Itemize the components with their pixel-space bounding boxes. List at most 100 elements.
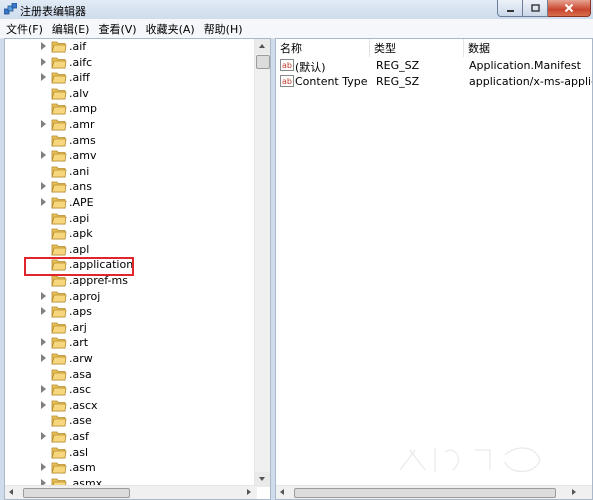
close-button[interactable] — [548, 0, 591, 17]
value-data: Application.Manifest — [469, 59, 581, 72]
selection-highlight-box — [24, 257, 134, 276]
tree-item[interactable]: .aiff — [5, 71, 257, 86]
scroll-thumb[interactable] — [256, 55, 270, 69]
scroll-up-button[interactable] — [255, 39, 270, 54]
tree-item-label: .aiff — [69, 71, 90, 85]
values-scroll-right-icon[interactable] — [572, 489, 576, 495]
folder-icon — [51, 369, 67, 380]
tree-item[interactable]: .asm — [5, 461, 257, 476]
tree-item[interactable]: .apk — [5, 227, 257, 242]
scroll-left-icon[interactable] — [9, 489, 13, 495]
expand-placeholder — [41, 245, 46, 253]
tree-item[interactable]: .asa — [5, 368, 257, 383]
value-type: REG_SZ — [376, 59, 420, 72]
folder-icon — [51, 447, 67, 458]
tree-item[interactable]: .APE — [5, 196, 257, 211]
tree-item[interactable]: .amv — [5, 149, 257, 164]
expand-arrow-icon[interactable] — [41, 42, 46, 50]
folder-icon — [51, 431, 67, 443]
expand-arrow-icon[interactable] — [41, 385, 46, 394]
tree-item[interactable]: .ani — [5, 165, 257, 180]
minimize-button[interactable] — [497, 0, 523, 17]
expand-arrow-icon[interactable] — [41, 307, 46, 316]
values-scroll-left-icon[interactable] — [280, 489, 284, 495]
scroll-right-icon[interactable] — [247, 489, 251, 495]
svg-text:ab: ab — [282, 61, 292, 70]
tree-item[interactable]: .aproj — [5, 290, 257, 305]
menu-favorites[interactable]: 收藏夹(A) — [140, 21, 198, 37]
tree-item-label: .aifc — [69, 55, 93, 69]
scroll-up-icon — [259, 44, 265, 48]
column-header-name[interactable]: 名称 — [276, 39, 370, 57]
expand-arrow-icon[interactable] — [41, 182, 46, 191]
tree-horizontal-scrollbar[interactable] — [5, 485, 257, 499]
menu-help[interactable]: 帮助(H) — [198, 21, 246, 37]
tree-item[interactable]: .ams — [5, 134, 257, 149]
values-pane[interactable]: 名称 类型 数据 ab (默认) REG_SZ Application.Manifes… — [275, 38, 593, 500]
values-horizontal-scrollbar[interactable] — [276, 485, 592, 499]
expand-arrow-icon[interactable] — [41, 120, 46, 128]
expand-arrow-icon[interactable] — [41, 57, 46, 66]
expand-arrow-icon[interactable] — [41, 354, 46, 362]
tree-item-label: .ams — [69, 133, 96, 147]
menu-edit[interactable]: 编辑(E) — [46, 21, 93, 37]
expand-arrow-icon[interactable] — [41, 73, 46, 82]
tree-item[interactable]: .aifc — [5, 56, 257, 71]
tree-item[interactable]: .arw — [5, 352, 257, 367]
expand-placeholder — [41, 167, 46, 175]
minimize-icon — [506, 9, 514, 12]
tree-item-label: .aif — [69, 40, 87, 53]
folder-icon — [51, 119, 67, 131]
tree-hscroll-thumb[interactable] — [23, 488, 130, 498]
expand-arrow-icon[interactable] — [41, 400, 46, 409]
expand-arrow-icon[interactable] — [41, 291, 46, 300]
folder-icon — [51, 197, 67, 209]
scroll-down-button[interactable] — [255, 472, 270, 487]
tree-item[interactable]: .ans — [5, 180, 257, 195]
expand-placeholder — [41, 136, 46, 144]
tree-item[interactable]: .asc — [5, 383, 257, 398]
tree-item-label: .ani — [69, 164, 90, 178]
value-row[interactable]: ab (默认) REG_SZ Application.Manifest — [276, 58, 592, 74]
tree-item-label: .ans — [69, 180, 92, 194]
menu-file[interactable]: 文件(F) — [0, 21, 46, 37]
maximize-button[interactable] — [523, 0, 548, 17]
folder-icon — [51, 322, 67, 334]
tree-item[interactable]: .aps — [5, 305, 257, 320]
expand-arrow-icon[interactable] — [41, 198, 46, 206]
tree-item[interactable]: .api — [5, 212, 257, 227]
tree-item-label: .arj — [69, 320, 87, 334]
tree-item[interactable]: .ascx — [5, 399, 257, 414]
column-header-data[interactable]: 数据 — [464, 39, 592, 57]
tree-item[interactable]: .alv — [5, 87, 257, 102]
window-title: 注册表编辑器 — [20, 5, 86, 18]
tree-item[interactable]: .art — [5, 336, 257, 351]
value-row[interactable]: ab Content Type REG_SZ application/x-ms-app… — [276, 74, 592, 90]
tree-item[interactable]: .asl — [5, 446, 257, 461]
title-bar[interactable]: 注册表编辑器 — [0, 0, 593, 19]
value-name: (默认) — [295, 61, 326, 74]
folder-icon — [51, 57, 67, 68]
tree-item-label: .amv — [69, 149, 97, 163]
tree-item[interactable]: .apl — [5, 243, 257, 258]
tree-item[interactable]: .amp — [5, 102, 257, 117]
tree-item[interactable]: .aif — [5, 40, 257, 55]
values-hscroll-thumb[interactable] — [294, 488, 556, 498]
folder-icon — [51, 291, 67, 302]
tree-item[interactable]: .asf — [5, 430, 257, 445]
tree-item[interactable]: .arj — [5, 321, 257, 336]
column-header-type[interactable]: 类型 — [370, 39, 464, 57]
tree-item[interactable]: .amr — [5, 118, 257, 133]
key-tree-pane[interactable]: .asmx .asm .asl .asf .ase .ascx .asc .asa .arw .a… — [4, 38, 271, 500]
expand-arrow-icon[interactable] — [41, 151, 46, 160]
string-value-icon: ab — [280, 59, 294, 71]
folder-icon — [51, 103, 67, 115]
tree-item[interactable]: .appref-ms — [5, 274, 257, 289]
tree-item[interactable]: .ase — [5, 414, 257, 429]
expand-arrow-icon[interactable] — [41, 432, 46, 440]
tree-vertical-scrollbar[interactable] — [254, 39, 270, 487]
maximize-icon — [530, 3, 540, 12]
menu-view[interactable]: 查看(V) — [92, 21, 139, 37]
expand-arrow-icon[interactable] — [41, 463, 46, 472]
expand-arrow-icon[interactable] — [41, 338, 46, 347]
